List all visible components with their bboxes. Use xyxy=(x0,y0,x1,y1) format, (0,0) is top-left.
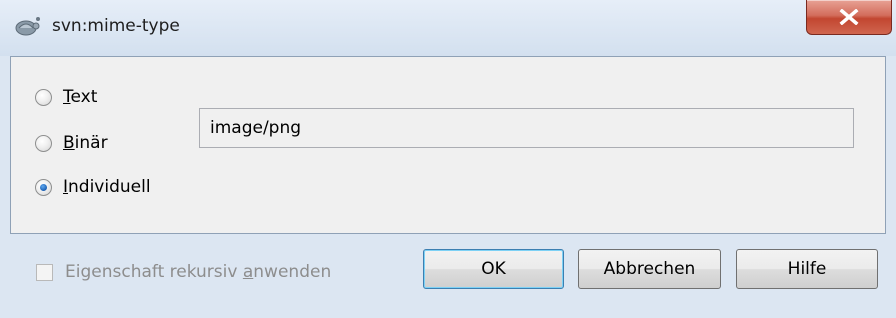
radio-custom[interactable]: Individuell xyxy=(35,177,151,197)
title-bar: svn:mime-type xyxy=(0,0,896,56)
ok-button[interactable]: OK xyxy=(423,249,564,289)
radio-button[interactable] xyxy=(35,178,52,196)
recursive-label: Eigenschaft rekursiv anwenden xyxy=(65,262,332,282)
radio-binary-label: Binär xyxy=(63,133,108,153)
window-title: svn:mime-type xyxy=(52,16,180,36)
help-button[interactable]: Hilfe xyxy=(736,249,878,289)
radio-button[interactable] xyxy=(35,88,52,106)
close-button[interactable] xyxy=(806,0,892,35)
radio-binary[interactable]: Binär xyxy=(35,133,108,153)
radio-custom-label: Individuell xyxy=(63,177,151,197)
radio-text-label: Text xyxy=(63,87,98,107)
recursive-checkbox-row[interactable]: Eigenschaft rekursiv anwenden xyxy=(36,262,331,282)
recursive-checkbox[interactable] xyxy=(36,263,53,281)
close-x-icon xyxy=(839,9,859,25)
tortoisesvn-icon xyxy=(15,17,40,36)
mime-type-input[interactable] xyxy=(199,108,854,148)
radio-button[interactable] xyxy=(35,134,52,152)
cancel-button[interactable]: Abbrechen xyxy=(578,249,721,289)
radio-text[interactable]: Text xyxy=(35,87,97,107)
